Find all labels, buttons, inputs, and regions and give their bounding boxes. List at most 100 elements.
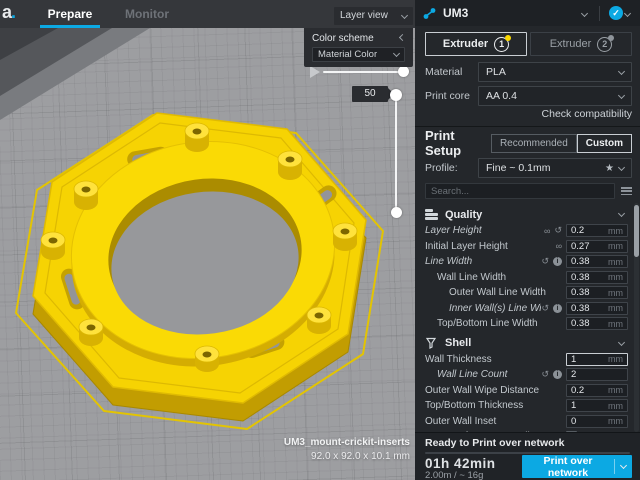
setting-unit: mm bbox=[608, 272, 623, 282]
search-input[interactable] bbox=[425, 183, 615, 199]
configuration-ok-icon[interactable]: ✓ bbox=[609, 6, 623, 20]
print-over-network-button[interactable]: Print over network bbox=[522, 455, 632, 478]
settings-scrollbar[interactable] bbox=[634, 203, 639, 432]
section-header-shell[interactable]: Shell bbox=[415, 335, 634, 352]
setting-value-input[interactable]: 0mm bbox=[566, 415, 628, 428]
material-dropdown[interactable]: PLA bbox=[478, 62, 632, 82]
layer-slider-top-handle[interactable] bbox=[390, 89, 402, 101]
setting-value: 0 bbox=[571, 416, 608, 427]
view-mode-label: Layer view bbox=[340, 7, 388, 25]
section-header-quality[interactable]: Quality bbox=[415, 206, 634, 223]
model-3d[interactable] bbox=[16, 113, 383, 429]
section-title: Shell bbox=[445, 337, 619, 349]
configuration-chevron-icon[interactable] bbox=[624, 9, 631, 16]
profile-dropdown[interactable]: Fine ~ 0.1mm ★ bbox=[478, 158, 632, 178]
custom-button[interactable]: Custom bbox=[577, 134, 632, 153]
setting-label: Wall Thickness bbox=[425, 354, 566, 365]
layer-number-badge: 50 bbox=[352, 86, 388, 102]
setting-value-input[interactable]: 0.38mm bbox=[566, 271, 628, 284]
settings-list: QualityLayer Height∞↺0.2mmInitial Layer … bbox=[415, 203, 634, 432]
extruder-2-number: 2 bbox=[597, 37, 612, 52]
setting-unit: mm bbox=[608, 226, 623, 236]
chevron-down-icon[interactable] bbox=[618, 338, 625, 345]
reset-icon[interactable]: ↺ bbox=[541, 303, 549, 314]
network-printer-icon bbox=[423, 7, 436, 20]
reset-icon[interactable]: ↺ bbox=[541, 369, 549, 380]
view-mode-dropdown[interactable]: Layer view bbox=[334, 7, 413, 25]
setting-value-input[interactable]: 0.38mm bbox=[566, 286, 628, 299]
print-setup-header: Print Setup Recommended Custom bbox=[425, 133, 632, 153]
setting-label: Layer Height bbox=[425, 225, 544, 236]
setting-label: Initial Layer Height bbox=[425, 241, 556, 252]
setting-value-input[interactable]: 0.38mm bbox=[566, 317, 628, 330]
divider bbox=[599, 6, 600, 21]
scrollbar-thumb[interactable] bbox=[634, 205, 639, 257]
setting-value-input[interactable]: 0.2mm bbox=[566, 224, 628, 237]
cura-logo: a. bbox=[2, 2, 15, 23]
check-compatibility-link[interactable]: Check compatibility bbox=[542, 108, 632, 120]
setting-row: Inner Wall(s) Line Width↺ i 0.38mm bbox=[415, 301, 634, 317]
setting-value: 0.38 bbox=[571, 256, 608, 267]
setting-label: Line Width bbox=[425, 256, 541, 267]
setting-value-input[interactable]: 0.38mm bbox=[566, 255, 628, 268]
setting-unit: mm bbox=[608, 319, 623, 329]
setting-row: Outer Wall Wipe Distance0.2mm bbox=[415, 383, 634, 399]
reset-icon[interactable]: ↺ bbox=[541, 256, 549, 267]
setting-row: Wall Line Count↺i2 bbox=[415, 367, 634, 383]
setting-label: Outer Wall Wipe Distance bbox=[425, 385, 566, 396]
setting-row: Outer Wall Line Width0.38mm bbox=[415, 285, 634, 301]
print-time-estimate: 01h 42min bbox=[425, 456, 496, 471]
material-label: Material bbox=[425, 66, 478, 78]
link-icon[interactable]: ∞ bbox=[556, 241, 562, 251]
setting-value-input[interactable]: 0.2mm bbox=[566, 384, 628, 397]
extruder-1-material-dot bbox=[505, 35, 511, 41]
setting-row: Wall Line Width0.38mm bbox=[415, 270, 634, 286]
setting-row: Layer Height∞ ↺ 0.2mm bbox=[415, 223, 634, 239]
printcore-label: Print core bbox=[425, 90, 478, 102]
link-icon[interactable]: ∞ bbox=[544, 226, 550, 236]
recommended-button[interactable]: Recommended bbox=[491, 134, 577, 153]
layer-slider[interactable] bbox=[395, 95, 397, 213]
info-icon[interactable]: i bbox=[553, 257, 562, 266]
model-filename: UM3_mount-crickit-inserts bbox=[284, 437, 410, 448]
extruder-2-tab[interactable]: Extruder 2 bbox=[530, 32, 632, 56]
simulation-play-icon[interactable] bbox=[310, 66, 320, 78]
viewport-3d[interactable]: a. Prepare Monitor Layer view Color sche… bbox=[0, 0, 415, 480]
setting-label: Wall Line Width bbox=[425, 272, 566, 283]
info-icon[interactable]: i bbox=[553, 370, 562, 379]
color-scheme-dropdown[interactable]: Material Color bbox=[312, 47, 405, 62]
setting-value-input[interactable]: 0.38mm bbox=[566, 302, 628, 315]
setting-value-input[interactable]: 0.27mm bbox=[566, 240, 628, 253]
setting-value-input[interactable]: 1mm bbox=[566, 399, 628, 412]
setting-label: Outer Wall Inset bbox=[425, 416, 566, 427]
reset-icon[interactable]: ↺ bbox=[554, 225, 562, 236]
printer-select-chevron-icon[interactable] bbox=[581, 9, 588, 16]
tab-prepare[interactable]: Prepare bbox=[38, 0, 102, 28]
setting-value: 0.38 bbox=[571, 287, 608, 298]
setting-value: 0.38 bbox=[571, 318, 608, 329]
layer-slider-bottom-handle[interactable] bbox=[391, 207, 402, 218]
print-setup-title: Print Setup bbox=[425, 128, 491, 158]
setting-value: 0.38 bbox=[571, 303, 608, 314]
setting-value: 0.2 bbox=[571, 385, 608, 396]
collapse-icon[interactable] bbox=[399, 34, 406, 41]
color-scheme-panel: Color scheme Material Color bbox=[304, 28, 413, 67]
printcore-dropdown[interactable]: AA 0.4 bbox=[478, 86, 632, 106]
setting-value: 1 bbox=[571, 400, 608, 411]
chevron-down-icon[interactable] bbox=[618, 210, 625, 217]
print-options-chevron[interactable] bbox=[614, 459, 632, 474]
extruder-1-tab[interactable]: Extruder 1 bbox=[425, 32, 527, 56]
extruder-2-material-dot bbox=[608, 35, 614, 41]
setting-value-input[interactable]: 1mm bbox=[566, 353, 628, 366]
tab-monitor[interactable]: Monitor bbox=[116, 0, 178, 28]
setting-visibility-icon[interactable] bbox=[621, 186, 632, 196]
setting-unit: mm bbox=[608, 416, 623, 426]
setting-unit: mm bbox=[608, 257, 623, 267]
chevron-down-icon bbox=[618, 67, 625, 74]
setting-label: Inner Wall(s) Line Width bbox=[425, 303, 541, 314]
simulation-slider-handle[interactable] bbox=[398, 66, 409, 77]
section-title: Quality bbox=[445, 209, 619, 221]
simulation-slider[interactable] bbox=[323, 71, 405, 73]
info-icon[interactable]: i bbox=[553, 304, 562, 313]
setting-value-input[interactable]: 2 bbox=[566, 368, 628, 381]
